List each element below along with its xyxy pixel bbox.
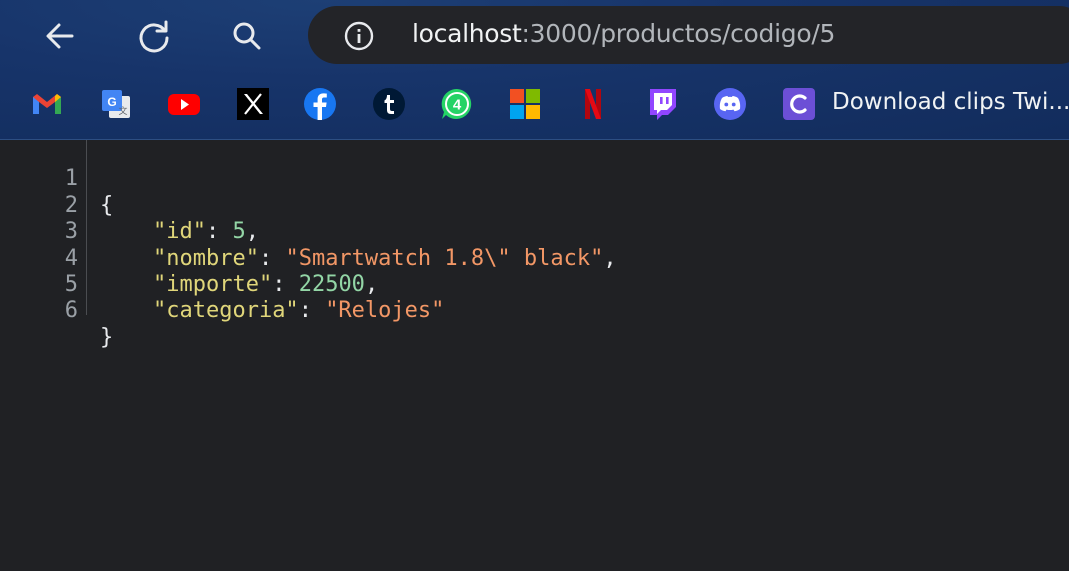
comma: , [364, 271, 379, 297]
json-value: 22500 [298, 271, 365, 297]
url-text[interactable]: localhost:3000/productos/codigo/5 [412, 19, 835, 48]
json-code: 1 { 2 "id": 5, 3 "nombre": "Smartwatch 1… [0, 140, 617, 349]
bookmark-tumblr[interactable] [371, 86, 407, 122]
microsoft-icon [510, 89, 540, 119]
clipchamp-icon [783, 88, 815, 120]
json-key: "categoria" [152, 298, 299, 324]
code-line: 2 "id": 5, [0, 166, 259, 244]
json-viewer: 1 { 2 "id": 5, 3 "nombre": "Smartwatch 1… [0, 140, 1069, 571]
bookmark-label[interactable]: Download clips Twi... [832, 89, 1069, 115]
facebook-icon [304, 88, 336, 120]
close-brace: } [100, 324, 114, 350]
url-host: localhost [412, 19, 522, 48]
colon: : [205, 219, 233, 245]
netflix-icon [585, 89, 601, 119]
json-key: "importe" [152, 271, 273, 297]
code-line: 4 "importe": 22500, [0, 219, 378, 297]
bookmark-whatsapp[interactable]: 4 [439, 86, 475, 122]
svg-text:G: G [107, 95, 116, 109]
info-icon[interactable] [344, 21, 374, 51]
svg-text:文: 文 [118, 105, 127, 116]
back-button[interactable] [34, 10, 86, 62]
json-key: "nombre" [152, 245, 259, 271]
search-icon [233, 22, 261, 50]
discord-icon [714, 88, 746, 120]
address-bar[interactable]: localhost:3000/productos/codigo/5 [308, 6, 1069, 64]
browser-toolbar: localhost:3000/productos/codigo/5 G 文 4 … [0, 0, 1069, 140]
bookmark-twitch[interactable] [644, 86, 680, 122]
bookmark-netflix[interactable] [575, 86, 611, 122]
url-path: :3000/productos/codigo/5 [521, 19, 836, 48]
code-line: 6 } [0, 272, 114, 349]
reload-icon [139, 20, 169, 53]
whatsapp-icon: 4 [441, 88, 472, 119]
twitch-icon [650, 89, 676, 120]
bookmark-youtube[interactable] [166, 86, 202, 122]
svg-text:4: 4 [453, 97, 462, 114]
youtube-icon [168, 94, 200, 115]
json-value: "Smartwatch 1.8\" black" [285, 245, 604, 271]
search-button[interactable] [221, 10, 273, 62]
json-value: "Relojes" [325, 298, 445, 324]
bookmark-discord[interactable] [712, 86, 748, 122]
bookmark-clipchamp[interactable] [781, 86, 817, 122]
gmail-icon [33, 94, 61, 114]
bookmark-microsoft[interactable] [507, 86, 543, 122]
code-line: 5 "categoria": "Relojes" [0, 246, 445, 323]
bookmark-google-translate[interactable]: G 文 [98, 86, 134, 122]
json-key: "id" [152, 219, 206, 245]
open-brace: { [100, 192, 114, 218]
x-icon [237, 88, 269, 120]
colon: : [298, 298, 326, 324]
colon: : [272, 271, 299, 297]
code-line: 1 { [0, 140, 114, 217]
google-translate-icon: G 文 [102, 90, 130, 118]
comma: , [603, 245, 617, 271]
reload-button[interactable] [128, 10, 180, 62]
bookmark-facebook[interactable] [302, 86, 338, 122]
back-arrow-icon [46, 23, 74, 49]
json-value: 5 [232, 219, 246, 245]
tumblr-icon [373, 88, 405, 120]
line-number: 6 [64, 298, 78, 324]
bookmark-gmail[interactable] [29, 86, 65, 122]
bookmark-x[interactable] [235, 86, 271, 122]
comma: , [245, 219, 259, 245]
code-line: 3 "nombre": "Smartwatch 1.8\" black", [0, 193, 617, 270]
colon: : [258, 245, 286, 271]
